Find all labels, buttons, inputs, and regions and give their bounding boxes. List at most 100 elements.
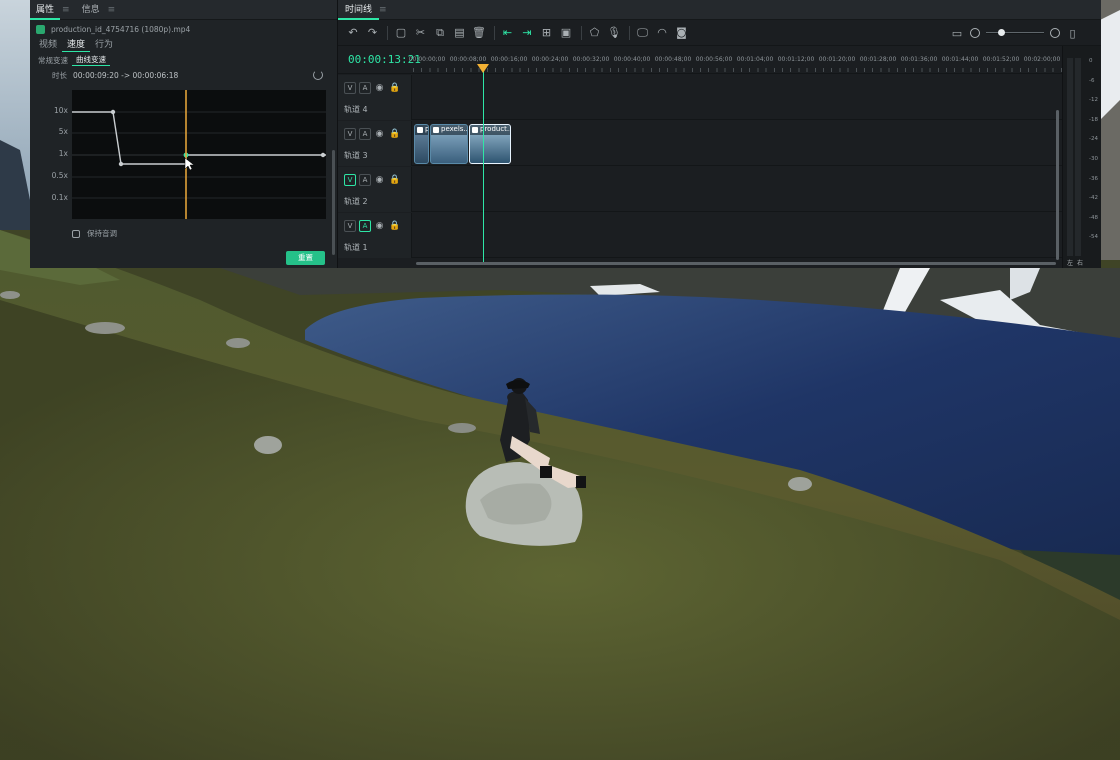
monitor-icon[interactable]: 🖵	[634, 24, 652, 42]
track-area: VA◉🔒 轨道 4 VA◉🔒 轨道 3 p pexels... product.…	[338, 75, 1063, 265]
split-icon[interactable]: ⊞	[538, 24, 556, 42]
lock-icon[interactable]: 🔒	[389, 175, 400, 186]
ruler-tick-label: 00:01:12;00	[777, 56, 815, 63]
channel-left-label: 左	[1067, 260, 1074, 267]
mode-curve-speed[interactable]: 曲线变速	[72, 54, 110, 66]
timeline-vertical-scrollbar[interactable]	[1056, 110, 1059, 260]
zoom-slider[interactable]	[985, 29, 1044, 36]
visibility-icon[interactable]: ◉	[374, 83, 385, 94]
zoom-out-icon[interactable]	[969, 28, 980, 38]
audio-toggle[interactable]: A	[359, 174, 371, 186]
timeline-menu-icon[interactable]: ≡	[379, 5, 387, 15]
db-scale-label: -36	[1089, 175, 1098, 182]
time-ruler[interactable]: 00:00:00;00 00:00:08;00 00:00:16;00 00:00:2…	[409, 48, 1063, 74]
reset-icon[interactable]	[313, 70, 323, 80]
subtab-video[interactable]: 视频	[34, 38, 62, 52]
undo-icon[interactable]: ↶	[344, 24, 362, 42]
track-2: V A ◉ 🔒 轨道 2	[338, 167, 1063, 212]
db-scale-label: -54	[1089, 234, 1098, 241]
curve-keypoint[interactable]	[320, 152, 326, 158]
speed-label-5x: 5x	[58, 127, 68, 136]
keep-pitch-label: 保持音调	[87, 229, 117, 238]
video-toggle[interactable]: V	[344, 82, 356, 94]
duration-label: 时长	[52, 70, 67, 80]
timeline-horizontal-scrollbar[interactable]	[416, 262, 1056, 265]
zoom-in-icon[interactable]	[1049, 28, 1060, 38]
properties-menu-icon[interactable]: ≡	[62, 5, 70, 15]
camera-icon[interactable]: ◙	[673, 24, 691, 42]
speed-curve-graph[interactable]	[72, 90, 326, 219]
marker-icon[interactable]: ⬠	[586, 24, 604, 42]
speed-label-0-1x: 0.1x	[51, 193, 68, 202]
cut-icon[interactable]: ✂	[412, 24, 430, 42]
channel-right-label: 右	[1077, 260, 1084, 267]
timeline-panel: 时间线 ≡ ↶ ↷ ▢ ✂ ⧉ ▤ 🗑 ⇤ ⇥ ⊞ ▣ ⬠ 🎙 🖵 ◠ ◙ ▭ …	[338, 0, 1101, 268]
subtab-speed[interactable]: 速度	[62, 38, 91, 52]
audio-toggle[interactable]: A	[359, 128, 371, 140]
curve-keypoint[interactable]	[118, 161, 124, 167]
clip-label: pexels...	[431, 125, 467, 135]
clip-label: product...	[470, 125, 510, 135]
tab-properties[interactable]: 属性	[30, 0, 61, 20]
copy-icon[interactable]: ⧉	[431, 24, 449, 42]
video-file-icon	[36, 24, 45, 34]
subtab-behavior[interactable]: 行为	[90, 38, 118, 52]
video-toggle[interactable]: V	[344, 220, 356, 232]
db-scale-label: -42	[1089, 195, 1098, 202]
ruler-tick-label: 00:00:48;00	[654, 56, 692, 63]
zoom-slider-knob[interactable]	[997, 29, 1005, 36]
redo-icon[interactable]: ↷	[364, 24, 382, 42]
timeline-playhead[interactable]	[483, 68, 484, 264]
file-row: production_id_4754716 (1080p).mp4	[30, 20, 337, 38]
tab-info[interactable]: 信息	[76, 0, 106, 20]
lock-icon[interactable]: 🔒	[389, 83, 400, 94]
track-name: 轨道 1	[344, 243, 368, 252]
ruler-tick-label: 00:01:04;00	[736, 56, 774, 63]
toolbar-divider	[387, 25, 388, 40]
ruler-tick-label: 00:01:20;00	[818, 56, 856, 63]
ruler-tick-label: 00:01:36;00	[900, 56, 938, 63]
lock-icon[interactable]: 🔒	[389, 221, 400, 232]
meter-right-channel	[1075, 58, 1081, 256]
audio-toggle[interactable]: A	[359, 82, 371, 94]
paste-icon[interactable]: ▤	[451, 24, 469, 42]
track-name: 轨道 3	[344, 151, 368, 160]
curve-keypoint[interactable]	[110, 109, 116, 115]
visibility-icon[interactable]: ◉	[374, 175, 385, 186]
jump-start-icon[interactable]: ⇤	[499, 24, 517, 42]
visibility-icon[interactable]: ◉	[374, 221, 385, 232]
keep-pitch-checkbox[interactable]	[72, 229, 80, 238]
audio-toggle[interactable]: A	[359, 220, 371, 232]
reset-button[interactable]: 重置	[286, 251, 325, 265]
mode-constant-speed[interactable]: 常规变速	[34, 55, 72, 66]
video-toggle[interactable]: V	[344, 128, 356, 140]
speed-mode-tabs: 常规变速 曲线变速	[30, 52, 337, 68]
info-menu-icon[interactable]: ≡	[108, 5, 116, 15]
keep-pitch-option[interactable]: 保持音调	[72, 228, 117, 239]
playhead-handle[interactable]	[477, 64, 489, 73]
ruler-tick-label: 00:00:32;00	[572, 56, 610, 63]
db-scale-label: -6	[1089, 77, 1095, 84]
lock-icon[interactable]: 🔒	[389, 129, 400, 140]
properties-scrollbar[interactable]	[332, 150, 335, 255]
ruler-tick-label: 00:01:52;00	[982, 56, 1020, 63]
save-icon[interactable]: ▭	[950, 24, 964, 42]
visibility-icon[interactable]: ◉	[374, 129, 385, 140]
timeline-tabbar: 时间线 ≡	[338, 0, 1101, 20]
toolbar-divider	[493, 25, 495, 40]
video-clip[interactable]: pexels...	[430, 124, 468, 164]
jump-end-icon[interactable]: ⇥	[518, 24, 536, 42]
delete-icon[interactable]: 🗑	[470, 24, 488, 42]
snapshot-icon[interactable]: ▣	[557, 24, 575, 42]
tab-timeline[interactable]: 时间线	[338, 0, 380, 20]
db-scale-label: 0	[1089, 58, 1093, 64]
microphone-icon[interactable]: 🎙	[605, 24, 623, 42]
video-clip[interactable]: p	[414, 124, 429, 164]
crop-icon[interactable]: ▢	[392, 24, 410, 42]
speed-icon[interactable]: ◠	[653, 24, 671, 42]
video-toggle[interactable]: V	[344, 174, 356, 186]
video-clip-selected[interactable]: product...	[469, 124, 511, 164]
meter-left-channel	[1067, 58, 1073, 256]
panel-toggle-icon[interactable]: ▯	[1066, 24, 1080, 42]
track-header: V A ◉ 🔒 轨道 2	[338, 167, 412, 212]
